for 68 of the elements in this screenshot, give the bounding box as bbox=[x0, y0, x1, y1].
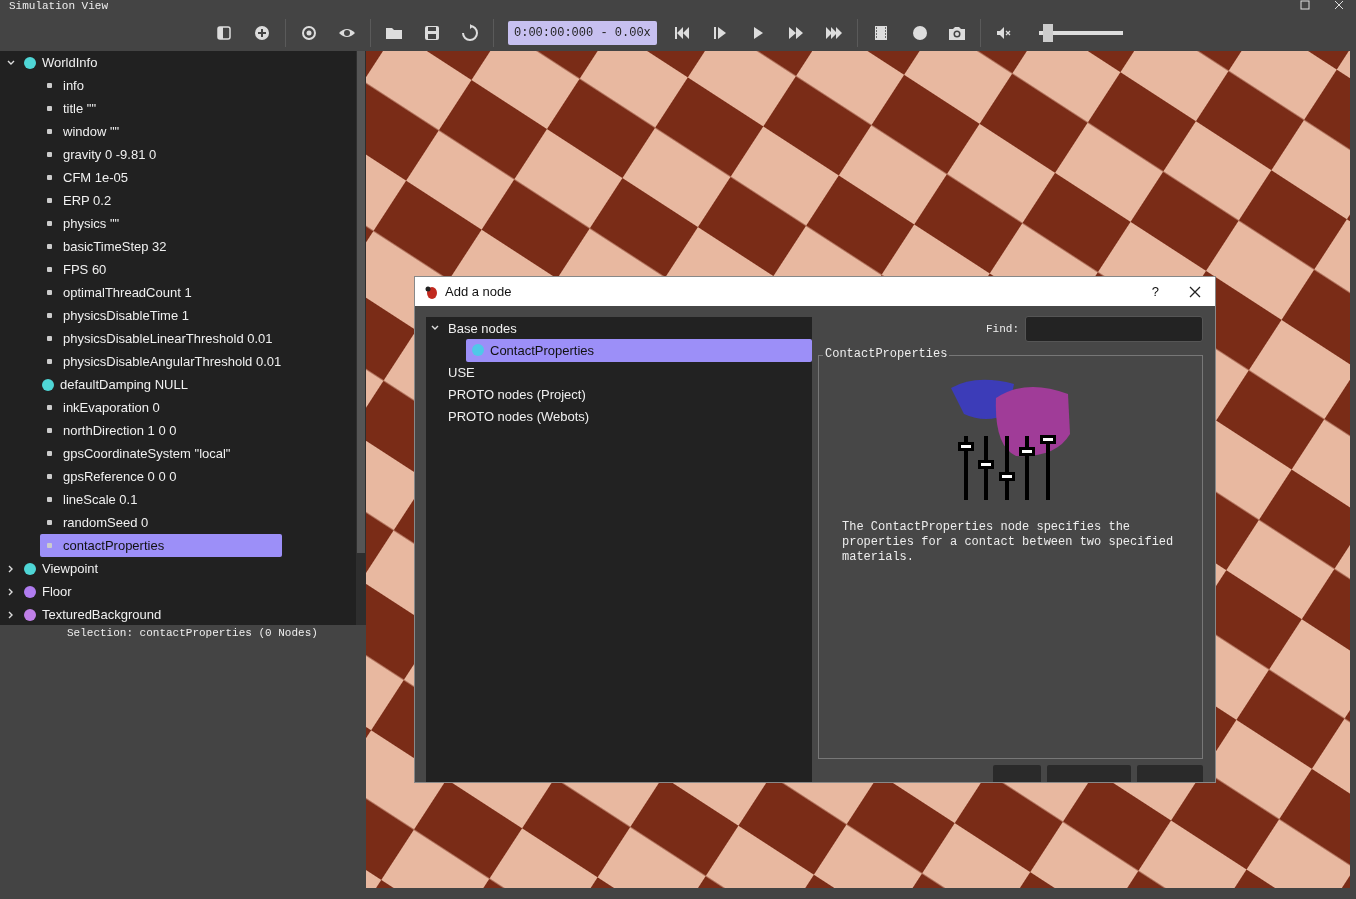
field-icon bbox=[47, 83, 52, 88]
tree-item[interactable]: Base nodes bbox=[448, 316, 525, 340]
close-icon[interactable] bbox=[1189, 285, 1201, 298]
tree-item[interactable]: title "" bbox=[40, 97, 282, 120]
tree-item[interactable]: optimalThreadCount 1 bbox=[40, 281, 282, 304]
field-icon bbox=[47, 221, 52, 226]
tree-item[interactable]: gpsCoordinateSystem "local" bbox=[40, 442, 282, 465]
find-label: Find: bbox=[986, 323, 1019, 335]
scrollbar-thumb[interactable] bbox=[357, 51, 365, 553]
find-field[interactable] bbox=[1025, 316, 1203, 342]
tree-item[interactable]: northDirection 1 0 0 bbox=[40, 419, 282, 442]
field-icon bbox=[47, 129, 52, 134]
tree-item[interactable]: info bbox=[40, 74, 282, 97]
help-button[interactable]: ? bbox=[1151, 284, 1159, 299]
tree-item[interactable]: CFM 1e-05 bbox=[40, 166, 282, 189]
field-icon bbox=[47, 520, 52, 525]
field-icon bbox=[47, 451, 52, 456]
tree-item[interactable]: Floor bbox=[24, 580, 80, 603]
status-text: Selection: contactProperties (0 Nodes) bbox=[67, 627, 318, 639]
field-icon bbox=[47, 543, 52, 548]
tree-item[interactable]: physicsDisableTime 1 bbox=[40, 304, 282, 327]
tree-item[interactable]: FPS 60 bbox=[40, 258, 282, 281]
field-icon bbox=[47, 359, 52, 364]
field-icon bbox=[47, 175, 52, 180]
simulation-clock: 0:00:00:000 - 0.00x bbox=[508, 20, 657, 45]
tree-item[interactable]: physics "" bbox=[40, 212, 282, 235]
field-icon bbox=[47, 290, 52, 295]
field-icon bbox=[47, 428, 52, 433]
tree-item[interactable]: Viewpoint bbox=[24, 557, 107, 580]
tree-item[interactable]: ContactProperties bbox=[466, 338, 812, 362]
tree-item[interactable]: PROTO nodes (Project) bbox=[448, 382, 594, 406]
maximize-icon[interactable] bbox=[1300, 0, 1310, 10]
field-icon bbox=[47, 474, 52, 479]
node-description: The ContactProperties node specifies the properties for a contact between two specified materials. bbox=[842, 520, 1175, 565]
tree-item[interactable]: contactProperties bbox=[40, 534, 282, 557]
tree-item[interactable]: gpsReference 0 0 0 bbox=[40, 465, 282, 488]
tree-item[interactable]: gravity 0 -9.81 0 bbox=[40, 143, 282, 166]
tree-item[interactable]: PROTO nodes (Webots) bbox=[448, 404, 598, 428]
field-icon bbox=[47, 313, 52, 318]
tree-item[interactable]: ERP 0.2 bbox=[40, 189, 282, 212]
field-icon bbox=[47, 497, 52, 502]
tree-item[interactable]: defaultDamping NULL bbox=[40, 373, 282, 396]
tree-item[interactable]: randomSeed 0 bbox=[40, 511, 282, 534]
volume-slider[interactable] bbox=[1038, 23, 1123, 42]
field-icon bbox=[47, 267, 52, 272]
field-icon bbox=[47, 405, 52, 410]
dialog-title: Add a node bbox=[445, 284, 512, 299]
tree-item[interactable]: physicsDisableAngularThreshold 0.01 bbox=[40, 350, 290, 373]
add-icon[interactable] bbox=[253, 23, 271, 42]
panel-toggle-icon[interactable] bbox=[215, 23, 233, 42]
tree-item[interactable]: inkEvaporation 0 bbox=[40, 396, 282, 419]
field-icon bbox=[47, 152, 52, 157]
save-icon[interactable] bbox=[423, 23, 441, 42]
tree-item[interactable]: TexturedBackground bbox=[24, 603, 170, 625]
field-icon bbox=[47, 106, 52, 111]
tree-item[interactable]: USE bbox=[448, 360, 483, 384]
field-icon bbox=[47, 336, 52, 341]
field-icon bbox=[47, 198, 52, 203]
slider-thumb[interactable] bbox=[1043, 23, 1054, 42]
field-icon bbox=[47, 244, 52, 249]
tree-item[interactable]: WorldInfo bbox=[24, 51, 106, 74]
reload-icon[interactable] bbox=[461, 23, 479, 42]
tree-item[interactable]: lineScale 0.1 bbox=[40, 488, 282, 511]
window-title: Simulation View bbox=[9, 0, 109, 12]
tree-item[interactable]: window "" bbox=[40, 120, 282, 143]
tree-item[interactable]: basicTimeStep 32 bbox=[40, 235, 282, 258]
tree-item[interactable]: physicsDisableLinearThreshold 0.01 bbox=[40, 327, 282, 350]
preview-title: ContactProperties bbox=[823, 347, 950, 361]
